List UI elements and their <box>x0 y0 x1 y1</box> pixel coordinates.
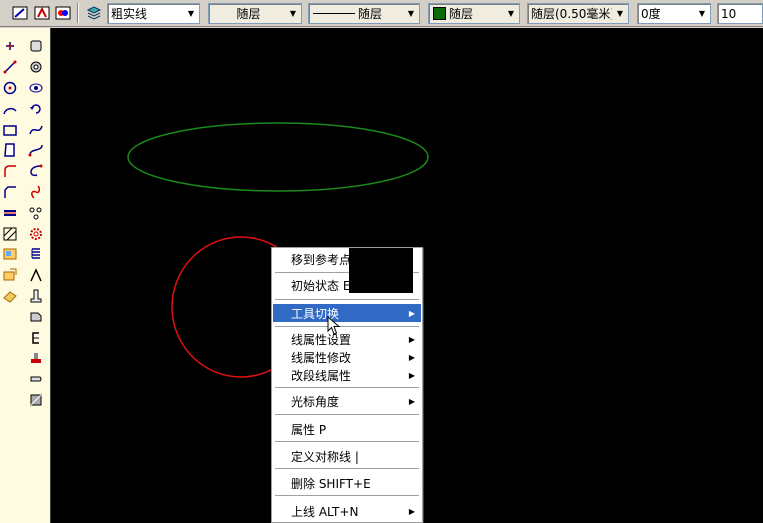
linetype-select[interactable]: 粗实线 ▼ <box>107 3 200 24</box>
polygon-icon[interactable] <box>0 140 20 161</box>
submenu-arrow-icon: ▶ <box>408 506 415 516</box>
chevron-down-icon[interactable]: ▼ <box>285 4 301 23</box>
chevron-down-icon[interactable]: ▼ <box>503 4 519 23</box>
context-menu-item[interactable]: 改段线属性 ▶ <box>273 366 421 384</box>
toolbar-separator <box>77 3 79 23</box>
insert-icon[interactable] <box>0 265 20 286</box>
square-icon[interactable] <box>26 390 46 411</box>
top-toolbar: 粗实线 ▼ 随层 ▼ 随层 ▼ 随层 ▼ 随层(0.50毫米) ▼ 0度 ▼ 10 <box>0 0 763 27</box>
context-menu-item[interactable]: 上线 ALT+N ▶ <box>273 502 421 520</box>
coil-icon[interactable] <box>26 244 46 265</box>
context-menu-item-label: 属性 P <box>291 422 327 437</box>
canvas-overlay <box>349 248 413 293</box>
submenu-arrow-icon: ▶ <box>408 396 415 406</box>
chevron-down-icon[interactable]: ▼ <box>694 4 710 23</box>
layer-manager-icon[interactable] <box>10 3 29 22</box>
fillet-icon[interactable] <box>0 161 20 182</box>
box-icon[interactable] <box>26 36 46 57</box>
context-menu-item[interactable]: 线属性修改 ▶ <box>273 348 421 366</box>
color-select-value: 随层 <box>449 7 474 21</box>
spline-icon[interactable] <box>26 140 46 161</box>
context-menu-item[interactable]: 光标角度 ▶ <box>273 392 421 410</box>
chamfer-icon[interactable] <box>0 182 20 203</box>
curve-icon[interactable] <box>26 119 46 140</box>
menu-separator <box>275 326 419 327</box>
context-menu-item-label: 线属性设置 <box>291 332 352 347</box>
color-swatch <box>433 7 446 20</box>
value-input-text: 10 <box>721 6 737 21</box>
hatch-icon[interactable] <box>0 223 20 244</box>
mouse-cursor-icon <box>327 315 341 339</box>
context-menu-item-label: 上线 ALT+N <box>291 504 359 519</box>
context-menu-item[interactable]: 定义对称线 | <box>273 447 421 465</box>
submenu-arrow-icon: ▶ <box>408 370 415 380</box>
bracket-icon[interactable] <box>26 327 46 348</box>
arch-icon[interactable] <box>26 265 46 286</box>
chevron-down-icon[interactable]: ▼ <box>612 4 628 23</box>
menu-separator <box>275 414 419 415</box>
layer-select-value: 随层 <box>236 7 261 21</box>
step-icon[interactable] <box>26 306 46 327</box>
submenu-arrow-icon: ▶ <box>408 308 415 318</box>
linetype-manager-icon[interactable] <box>32 3 51 22</box>
context-menu-item-label: 删除 SHIFT+E <box>291 476 371 491</box>
submenu-arrow-icon: ▶ <box>408 352 415 362</box>
line-preview <box>313 13 355 14</box>
context-menu-item[interactable]: 工具切换 ▶ <box>273 304 421 322</box>
context-menu-item[interactable]: 删除 SHIFT+E <box>273 474 421 492</box>
gear-icon[interactable] <box>26 223 46 244</box>
context-menu-item[interactable]: 属性 P <box>273 420 421 438</box>
pillar-icon[interactable] <box>26 286 46 307</box>
layer-select[interactable]: 随层 ▼ <box>208 3 302 24</box>
chevron-down-icon[interactable]: ▼ <box>403 4 419 23</box>
view-icon[interactable] <box>26 57 46 78</box>
menu-separator <box>275 387 419 388</box>
draw-tools-column <box>0 36 22 306</box>
menu-separator <box>275 441 419 442</box>
angle-select[interactable]: 0度 ▼ <box>637 3 711 24</box>
layers-icon[interactable] <box>84 3 103 22</box>
menu-separator <box>275 468 419 469</box>
rectangle-icon[interactable] <box>0 119 20 140</box>
base-icon[interactable] <box>26 348 46 369</box>
hook-icon[interactable] <box>26 182 46 203</box>
linetype-select-value: 粗实线 <box>111 7 148 21</box>
spring-icon[interactable] <box>0 202 20 223</box>
spiral-icon[interactable] <box>26 161 46 182</box>
point-icon[interactable] <box>0 36 20 57</box>
left-toolbar <box>0 28 51 523</box>
arc-icon[interactable] <box>0 98 20 119</box>
color-manager-icon[interactable] <box>53 3 72 22</box>
context-menu-item-label: 改段线属性 <box>291 368 352 383</box>
context-menu-item-label: 移到参考点 <box>291 252 352 267</box>
eraser-icon[interactable] <box>0 286 20 307</box>
lineweight-select-value: 随层(0.50毫米) <box>531 7 612 21</box>
cap-icon[interactable] <box>26 369 46 390</box>
dots-icon[interactable] <box>26 202 46 223</box>
line-style-select-value: 随层 <box>358 7 383 21</box>
rotate-icon[interactable] <box>26 98 46 119</box>
line-style-select[interactable]: 随层 ▼ <box>308 3 420 24</box>
chevron-down-icon[interactable]: ▼ <box>183 4 199 23</box>
color-select[interactable]: 随层 ▼ <box>428 3 520 24</box>
context-menu-item[interactable]: 线属性设置 ▶ <box>273 330 421 348</box>
shape-tools-column <box>26 36 48 410</box>
context-menu-item-label: 线属性修改 <box>291 350 352 365</box>
value-input[interactable]: 10 <box>717 3 763 24</box>
circle-icon[interactable] <box>0 78 20 99</box>
menu-separator <box>275 299 419 300</box>
menu-separator <box>275 495 419 496</box>
lineweight-select[interactable]: 随层(0.50毫米) ▼ <box>527 3 629 24</box>
eye-icon[interactable] <box>26 78 46 99</box>
green-ellipse[interactable] <box>127 122 429 192</box>
block-icon[interactable] <box>0 244 20 265</box>
context-menu-item-label: 光标角度 <box>291 394 340 409</box>
context-menu-item-label: 初始状态 E <box>291 278 351 293</box>
context-menu-item-label: 定义对称线 | <box>291 449 359 464</box>
submenu-arrow-icon: ▶ <box>408 334 415 344</box>
line-icon[interactable] <box>0 57 20 78</box>
angle-select-value: 0度 <box>641 7 661 21</box>
